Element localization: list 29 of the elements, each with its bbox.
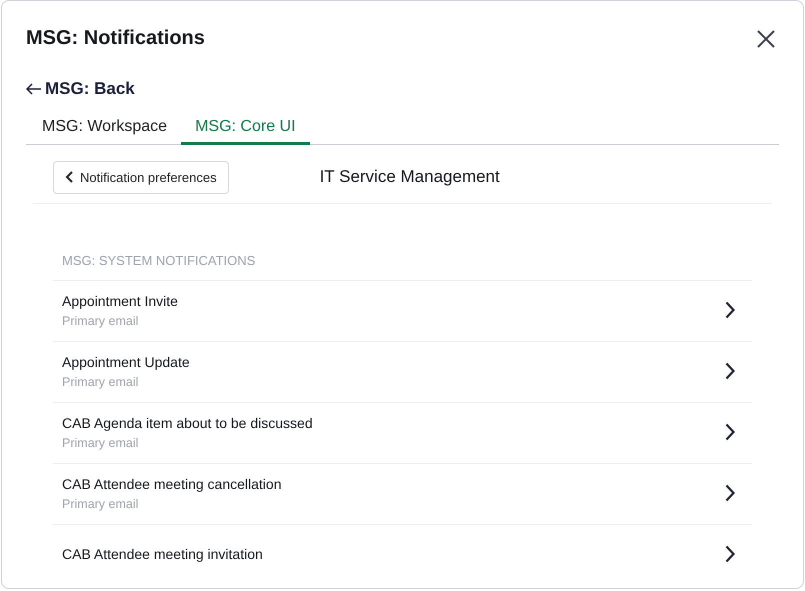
notification-row[interactable]: Appointment Update Primary email bbox=[53, 342, 752, 403]
notification-row[interactable]: CAB Agenda item about to be discussed Primary email bbox=[53, 403, 752, 464]
chevron-left-icon bbox=[65, 171, 73, 183]
notification-channel: Primary email bbox=[62, 314, 140, 328]
tab[interactable]: MSG: Core UI bbox=[181, 111, 310, 145]
notification-preferences-button[interactable]: Notification preferences bbox=[53, 160, 229, 194]
chevron-right-icon bbox=[725, 545, 735, 563]
back-link[interactable]: MSG: Back bbox=[26, 79, 135, 99]
dialog-title: MSG: Notifications bbox=[26, 27, 205, 50]
notification-title: Appointment Update bbox=[62, 354, 190, 370]
notification-channel: Primary email bbox=[62, 436, 140, 450]
chevron-right-icon bbox=[725, 484, 735, 502]
notification-title: CAB Attendee meeting cancellation bbox=[62, 476, 282, 492]
chevron-right-icon bbox=[725, 301, 735, 319]
notification-row[interactable]: CAB Attendee meeting cancellation Primary email bbox=[53, 464, 752, 525]
page-title: IT Service Management bbox=[320, 167, 500, 187]
notification-channel: Primary email bbox=[62, 374, 140, 388]
chevron-right-icon bbox=[725, 362, 735, 380]
notification-channel: Primary email bbox=[62, 496, 140, 510]
section-heading: MSG: SYSTEM NOTIFICATIONS bbox=[53, 253, 752, 281]
arrow-left-icon bbox=[26, 83, 42, 95]
notification-row[interactable]: Appointment Invite Primary email bbox=[53, 281, 752, 342]
notification-title: CAB Attendee meeting invitation bbox=[62, 546, 263, 562]
notification-title: Appointment Invite bbox=[62, 292, 178, 308]
close-icon[interactable] bbox=[756, 28, 776, 48]
chevron-right-icon bbox=[725, 423, 735, 441]
notification-title: CAB Agenda item about to be discussed bbox=[62, 414, 313, 430]
tab[interactable]: MSG: Workspace bbox=[28, 111, 182, 145]
notification-row[interactable]: CAB Attendee meeting invitation bbox=[53, 525, 752, 571]
